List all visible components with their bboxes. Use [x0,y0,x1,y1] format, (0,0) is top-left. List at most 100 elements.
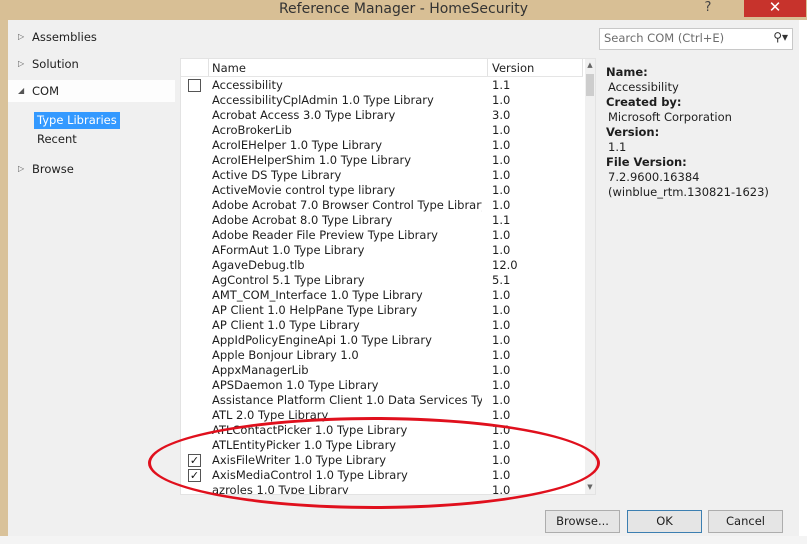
library-name: Accessibility [212,78,283,92]
close-button[interactable]: ✕ [744,0,806,17]
library-version: 3.0 [492,108,511,122]
list-item[interactable]: AFormAut 1.0 Type Library 1.0 [181,243,583,258]
library-name: ActiveMovie control type library [212,183,396,197]
background-window-bottom [0,536,807,544]
checkbox-checked[interactable]: ✓ [188,469,201,482]
type-library-list[interactable]: Name Version Accessibility 1.1 Accessibili… [180,58,596,495]
dialog-client: ▷ Assemblies ▷ Solution ◢ COM Type Libra… [8,20,799,536]
help-button[interactable]: ? [693,0,723,17]
list-item[interactable]: AgControl 5.1 Type Library 5.1 [181,273,583,288]
nav-recent[interactable]: Recent [34,131,80,148]
search-icon[interactable]: ⚲▾ [773,30,788,44]
details-pane: Search COM (Ctrl+E) ⚲▾ Name: Accessibili… [598,20,799,502]
list-item[interactable]: Apple Bonjour Library 1.0 1.0 [181,348,583,363]
list-item[interactable]: Adobe Reader File Preview Type Library 1.… [181,228,583,243]
library-version: 1.0 [492,243,511,257]
library-version: 1.0 [492,453,511,467]
list-item[interactable]: AP Client 1.0 HelpPane Type Library 1.0 [181,303,583,318]
library-name: Adobe Reader File Preview Type Library [212,228,438,242]
library-name: ATLEntityPicker 1.0 Type Library [212,438,397,452]
list-item[interactable]: AcroIEHelperShim 1.0 Type Library 1.0 [181,153,583,168]
detail-version-label: Version: [606,125,660,139]
library-name: ATLContactPicker 1.0 Type Library [212,423,408,437]
search-input[interactable]: Search COM (Ctrl+E) ⚲▾ [599,28,793,50]
nav-browse[interactable]: ▷ Browse [8,158,175,180]
vertical-scrollbar[interactable]: ▲ ▼ [585,59,595,494]
library-version: 1.0 [492,93,511,107]
library-name: AcroBrokerLib [212,123,292,137]
list-item[interactable]: AppIdPolicyEngineApi 1.0 Type Library 1.0 [181,333,583,348]
list-item[interactable]: AMT_COM_Interface 1.0 Type Library 1.0 [181,288,583,303]
library-name: Assistance Platform Client 1.0 Data Serv… [212,393,482,407]
list-item[interactable]: Acrobat Access 3.0 Type Library 3.0 [181,108,583,123]
list-item[interactable]: Adobe Acrobat 8.0 Type Library 1.1 [181,213,583,228]
list-item[interactable]: APSDaemon 1.0 Type Library 1.0 [181,378,583,393]
library-version: 1.0 [492,168,511,182]
library-version: 1.0 [492,303,511,317]
library-version: 12.0 [492,258,518,272]
list-item[interactable]: ATLContactPicker 1.0 Type Library 1.0 [181,423,583,438]
nav-com[interactable]: ◢ COM [8,80,175,102]
ok-button[interactable]: OK [627,510,702,533]
library-name: AMT_COM_Interface 1.0 Type Library [212,288,423,302]
nav-com-label: COM [32,84,60,98]
list-item[interactable]: ATL 2.0 Type Library 1.0 [181,408,583,423]
cancel-button[interactable]: Cancel [708,510,783,533]
checkbox-checked[interactable]: ✓ [188,454,201,467]
library-version: 1.0 [492,153,511,167]
nav-type-libraries[interactable]: Type Libraries [34,112,120,129]
library-name: AgControl 5.1 Type Library [212,273,365,287]
detail-fileversion-label: File Version: [606,155,687,169]
library-name: AxisFileWriter 1.0 Type Library [212,453,387,467]
nav-solution[interactable]: ▷ Solution [8,53,175,75]
scrollbar-thumb[interactable] [586,74,594,96]
column-header-name[interactable]: Name [212,61,246,75]
list-item[interactable]: AcroIEHelper 1.0 Type Library 1.0 [181,138,583,153]
library-version: 1.0 [492,138,511,152]
triangle-right-icon: ▷ [18,164,25,173]
list-item[interactable]: AP Client 1.0 Type Library 1.0 [181,318,583,333]
library-name: AgaveDebug.tlb [212,258,305,272]
library-version: 1.0 [492,423,511,437]
list-item[interactable]: Assistance Platform Client 1.0 Data Serv… [181,393,583,408]
list-item[interactable]: Adobe Acrobat 7.0 Browser Control Type L… [181,198,583,213]
list-item[interactable]: ✓ AxisMediaControl 1.0 Type Library 1.0 [181,468,583,483]
left-nav: ▷ Assemblies ▷ Solution ◢ COM Type Libra… [8,20,175,502]
library-name: AppIdPolicyEngineApi 1.0 Type Library [212,333,432,347]
nav-solution-label: Solution [32,57,79,71]
library-version: 1.0 [492,348,511,362]
header-divider [582,59,583,76]
triangle-right-icon: ▷ [18,59,25,68]
list-item[interactable]: ActiveMovie control type library 1.0 [181,183,583,198]
list-item[interactable]: AccessibilityCplAdmin 1.0 Type Library 1.… [181,93,583,108]
list-item[interactable]: AppxManagerLib 1.0 [181,363,583,378]
library-name: AP Client 1.0 HelpPane Type Library [212,303,418,317]
library-version: 1.0 [492,123,511,137]
list-item[interactable]: azroles 1.0 Type Library 1.0 [181,483,583,495]
library-name: AcroIEHelper 1.0 Type Library [212,138,383,152]
browse-button[interactable]: Browse... [545,510,620,533]
column-header-version[interactable]: Version [492,61,534,75]
list-item[interactable]: ✓ AxisFileWriter 1.0 Type Library 1.0 [181,453,583,468]
checkbox[interactable] [188,79,201,92]
list-item[interactable]: AgaveDebug.tlb 12.0 [181,258,583,273]
library-version: 1.0 [492,408,511,422]
library-name: AxisMediaControl 1.0 Type Library [212,468,408,482]
detail-fileversion-value: 7.2.9600.16384 [608,170,700,184]
list-item[interactable]: ATLEntityPicker 1.0 Type Library 1.0 [181,438,583,453]
scroll-up-arrow-icon[interactable]: ▲ [585,61,595,69]
detail-created-label: Created by: [606,95,682,109]
list-item[interactable]: Active DS Type Library 1.0 [181,168,583,183]
library-name: ATL 2.0 Type Library [212,408,329,422]
library-name: AcroIEHelperShim 1.0 Type Library [212,153,412,167]
scroll-down-arrow-icon[interactable]: ▼ [585,483,595,491]
library-name: azroles 1.0 Type Library [212,483,349,495]
library-name: Apple Bonjour Library 1.0 [212,348,359,362]
nav-assemblies[interactable]: ▷ Assemblies [8,26,175,48]
library-version: 1.1 [492,213,511,227]
window-title: Reference Manager - HomeSecurity [278,1,529,17]
list-item[interactable]: AcroBrokerLib 1.0 [181,123,583,138]
library-version: 1.0 [492,288,511,302]
nav-assemblies-label: Assemblies [32,30,97,44]
list-item[interactable]: Accessibility 1.1 [181,78,583,93]
